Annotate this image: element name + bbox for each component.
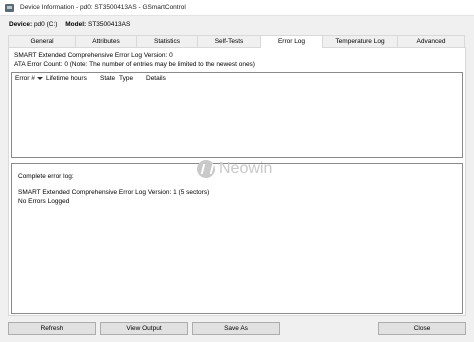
neowin-logo-icon <box>197 160 215 178</box>
tab-bar: General Attributes Statistics Self-Tests… <box>8 35 466 48</box>
error-table[interactable]: Error # Lifetime hours State Type Detail… <box>11 72 463 158</box>
tab-error-log[interactable]: Error Log <box>260 35 323 48</box>
refresh-button[interactable]: Refresh <box>8 322 96 335</box>
model-value: ST3500413AS <box>88 21 131 28</box>
model-label: Model: <box>65 21 87 28</box>
column-header-state[interactable]: State <box>100 75 115 82</box>
tab-general[interactable]: General <box>8 35 76 47</box>
column-header-type[interactable]: Type <box>119 75 133 82</box>
log-line: Complete error log: <box>18 173 74 180</box>
device-label: Device: <box>9 21 33 28</box>
save-as-button[interactable]: Save As <box>192 322 280 335</box>
close-button[interactable]: Close <box>378 322 466 335</box>
table-header: Error # Lifetime hours State Type Detail… <box>12 73 462 84</box>
device-value: pd0 (C:) <box>33 21 58 28</box>
app-icon <box>5 3 14 12</box>
sort-arrow-icon <box>36 76 43 80</box>
view-output-button[interactable]: View Output <box>100 322 188 335</box>
window-title: Device Information - pd0: ST3500413AS - … <box>20 4 186 11</box>
tab-attributes[interactable]: Attributes <box>75 35 137 47</box>
column-header-error-number[interactable]: Error # <box>15 75 43 82</box>
title-bar: Device Information - pd0: ST3500413AS - … <box>0 0 474 16</box>
neowin-watermark: Neowin <box>197 160 272 178</box>
column-header-lifetime-hours[interactable]: Lifetime hours <box>46 75 87 82</box>
complete-log-textarea[interactable]: Complete error log: SMART Extended Compr… <box>11 163 463 314</box>
error-log-panel: SMART Extended Comprehensive Error Log V… <box>8 47 466 316</box>
log-line: SMART Extended Comprehensive Error Log V… <box>18 189 210 196</box>
tab-advanced[interactable]: Advanced <box>397 35 465 47</box>
device-info: Device: pd0 (C:) Model: ST3500413AS <box>9 21 130 28</box>
log-version-text: SMART Extended Comprehensive Error Log V… <box>14 52 173 59</box>
button-bar: Refresh View Output Save As Close <box>0 322 474 336</box>
log-line: No Errors Logged <box>18 198 70 205</box>
column-header-details[interactable]: Details <box>146 75 166 82</box>
error-count-text: ATA Error Count: 0 (Note: The number of … <box>14 61 255 68</box>
tab-self-tests[interactable]: Self-Tests <box>197 35 261 47</box>
watermark-text: Neowin <box>219 160 273 177</box>
tab-temperature-log[interactable]: Temperature Log <box>322 35 398 47</box>
tab-statistics[interactable]: Statistics <box>136 35 198 47</box>
